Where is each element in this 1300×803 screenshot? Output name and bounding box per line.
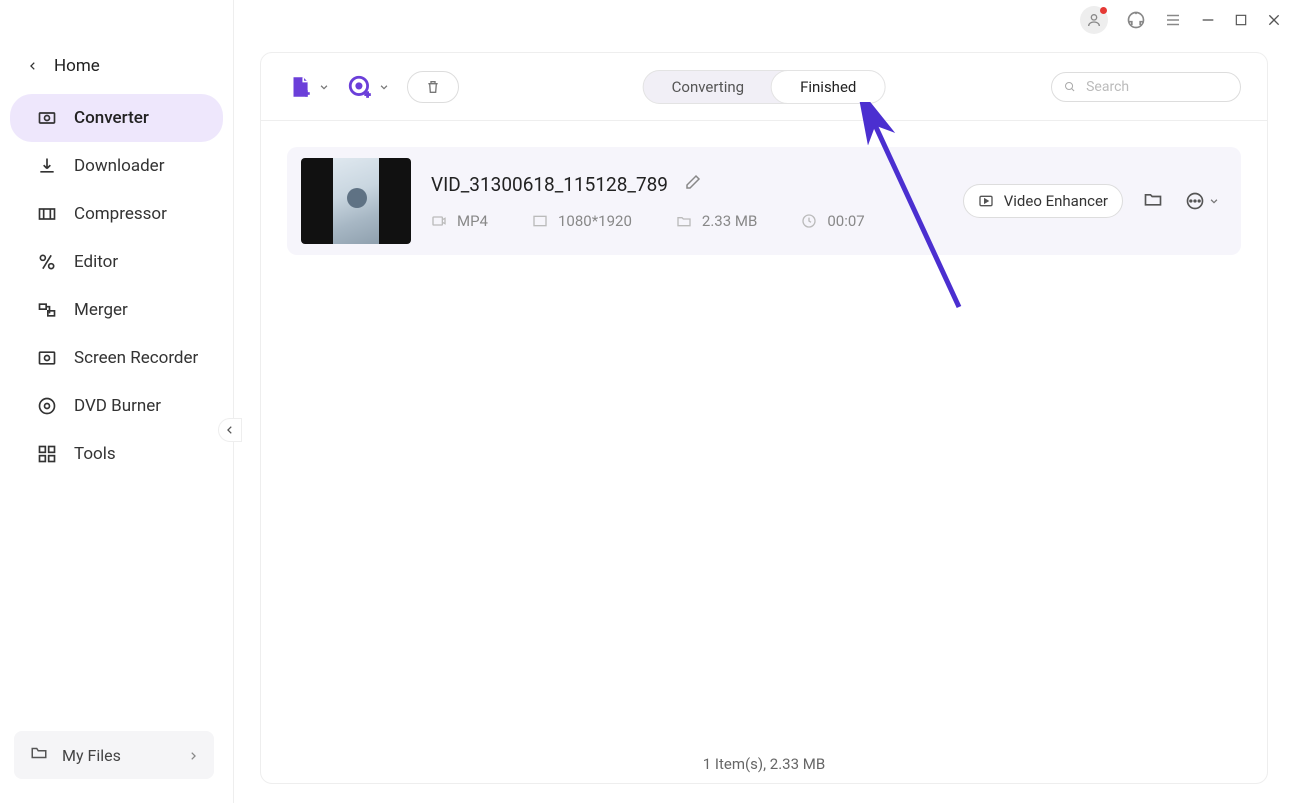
merger-icon — [36, 300, 58, 320]
screen-recorder-icon — [36, 348, 58, 368]
downloader-icon — [36, 156, 58, 176]
menu-icon[interactable] — [1164, 11, 1182, 29]
converter-icon — [36, 108, 58, 128]
resolution-icon — [532, 213, 548, 229]
open-folder-button[interactable] — [1143, 189, 1163, 213]
sidebar-item-screen-recorder[interactable]: Screen Recorder — [10, 334, 223, 382]
sidebar-item-editor[interactable]: Editor — [10, 238, 223, 286]
editor-icon — [36, 252, 58, 272]
add-file-button[interactable] — [287, 74, 329, 100]
tab-finished[interactable]: Finished — [771, 70, 885, 104]
toolbar: Converting Finished — [261, 53, 1267, 121]
video-enhancer-button[interactable]: Video Enhancer — [963, 184, 1123, 218]
compressor-icon — [36, 204, 58, 224]
support-icon[interactable] — [1126, 10, 1146, 30]
tools-icon — [36, 444, 58, 464]
sidebar: Home Converter Downloader Compressor Edi… — [0, 0, 234, 803]
sidebar-item-label: Compressor — [74, 204, 167, 224]
clock-icon — [801, 213, 817, 229]
sidebar-item-label: Downloader — [74, 156, 164, 176]
titlebar — [1080, 0, 1300, 40]
sidebar-item-dvd-burner[interactable]: DVD Burner — [10, 382, 223, 430]
file-name: VID_31300618_115128_789 — [431, 173, 668, 196]
sidebar-item-converter[interactable]: Converter — [10, 94, 223, 142]
file-thumbnail — [301, 158, 411, 244]
add-disc-button[interactable] — [347, 74, 389, 100]
sidebar-item-label: Merger — [74, 300, 128, 320]
collapse-sidebar-button[interactable] — [218, 418, 242, 442]
home-label: Home — [54, 56, 100, 76]
sidebar-item-label: Screen Recorder — [74, 348, 198, 368]
file-row[interactable]: VID_31300618_115128_789 MP4 1080*1920 2.… — [287, 147, 1241, 255]
tab-converting[interactable]: Converting — [644, 71, 772, 103]
file-resolution: 1080*1920 — [558, 212, 632, 230]
main-panel: Converting Finished VID_31300618_115128_… — [260, 52, 1268, 784]
maximize-button[interactable] — [1234, 13, 1248, 27]
enhancer-label: Video Enhancer — [1004, 192, 1108, 210]
rename-icon[interactable] — [684, 173, 702, 196]
file-format: MP4 — [457, 212, 488, 230]
minimize-button[interactable] — [1200, 12, 1216, 28]
search-box[interactable] — [1051, 72, 1241, 102]
sidebar-item-label: Tools — [74, 444, 116, 464]
file-info: VID_31300618_115128_789 MP4 1080*1920 2.… — [431, 173, 943, 230]
sidebar-item-merger[interactable]: Merger — [10, 286, 223, 334]
chevron-left-icon — [28, 56, 38, 76]
sidebar-item-compressor[interactable]: Compressor — [10, 190, 223, 238]
chevron-right-icon — [188, 746, 198, 765]
folder-icon — [30, 744, 48, 766]
my-files-button[interactable]: My Files — [14, 731, 214, 779]
file-duration: 00:07 — [827, 212, 864, 230]
my-files-label: My Files — [62, 746, 121, 765]
sidebar-item-label: Editor — [74, 252, 118, 272]
clear-list-button[interactable] — [407, 71, 459, 103]
enhancer-icon — [978, 193, 994, 209]
status-bar: 1 Item(s), 2.33 MB — [261, 755, 1267, 773]
status-tabs: Converting Finished — [643, 70, 886, 104]
sidebar-item-label: DVD Burner — [74, 396, 161, 416]
dvd-burner-icon — [36, 396, 58, 416]
search-icon — [1064, 80, 1076, 94]
sidebar-item-label: Converter — [74, 108, 149, 128]
size-icon — [676, 213, 692, 229]
file-size: 2.33 MB — [702, 212, 757, 230]
home-nav[interactable]: Home — [0, 40, 233, 94]
account-button[interactable] — [1080, 6, 1108, 34]
video-icon — [431, 213, 447, 229]
sidebar-item-tools[interactable]: Tools — [10, 430, 223, 478]
sidebar-item-downloader[interactable]: Downloader — [10, 142, 223, 190]
search-input[interactable] — [1086, 79, 1228, 95]
more-options-button[interactable] — [1185, 191, 1219, 211]
close-button[interactable] — [1266, 12, 1282, 28]
